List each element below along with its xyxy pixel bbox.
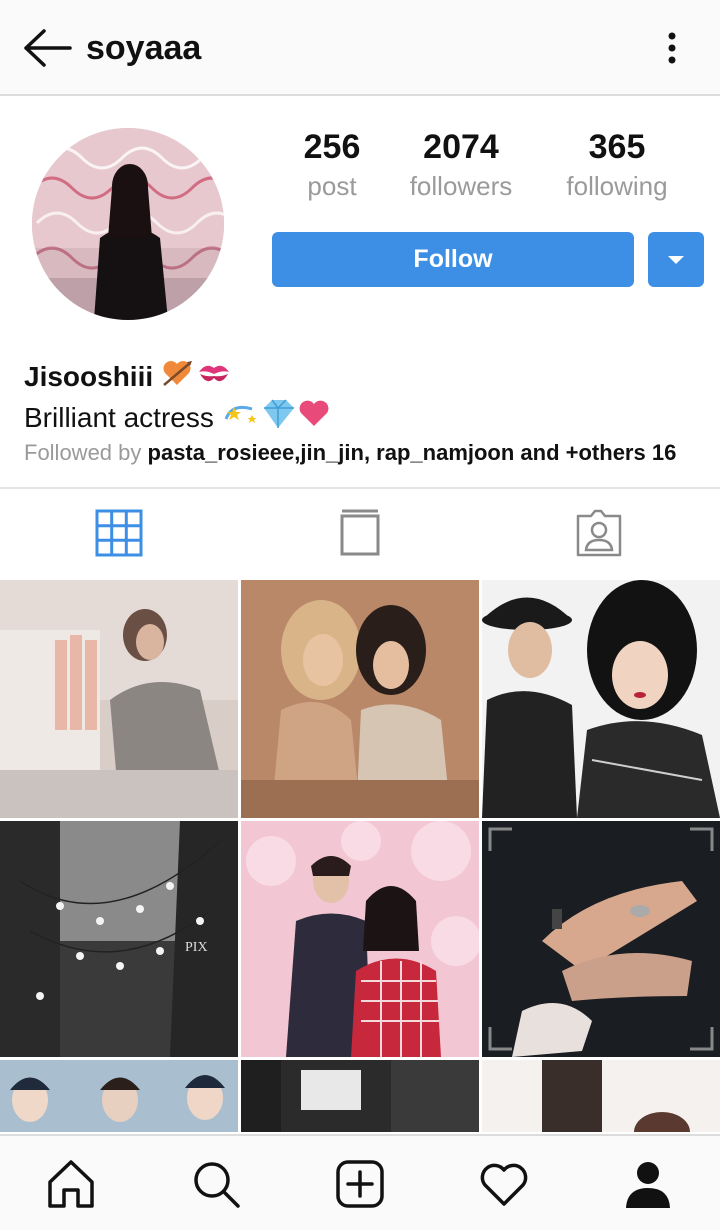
- followed-by-names: pasta_rosieee,jin_jin, rap_namjoon and +…: [147, 440, 677, 465]
- display-name: Jisooshiii: [24, 361, 154, 392]
- bio-text: Brilliant actress: [24, 402, 214, 433]
- grid-photo[interactable]: [0, 1060, 238, 1132]
- grid-photo[interactable]: PIX: [0, 821, 238, 1057]
- nav-add-post[interactable]: [334, 1158, 386, 1210]
- dizzy-icon: [222, 399, 260, 437]
- followers-stat[interactable]: 2074 followers: [396, 126, 526, 204]
- nav-profile[interactable]: [622, 1158, 674, 1210]
- followed-by-text[interactable]: Followed by pasta_rosieee,jin_jin, rap_n…: [24, 438, 676, 468]
- photo-grid: PIX: [0, 580, 720, 1132]
- search-icon: [194, 1162, 240, 1208]
- followed-by-prefix: Followed by: [24, 440, 142, 465]
- top-bar: soyaaa: [0, 0, 720, 96]
- more-vertical-icon: [668, 32, 676, 64]
- posts-stat[interactable]: 256 post: [296, 126, 368, 204]
- posts-count: 256: [303, 128, 361, 166]
- heart-emoji-icon: [298, 400, 330, 436]
- gem-icon: [260, 398, 296, 438]
- display-name-row: Jisooshiii: [24, 358, 231, 396]
- profile-username: soyaaa: [86, 29, 202, 67]
- grid-photo[interactable]: [482, 1060, 720, 1132]
- nav-activity[interactable]: [478, 1158, 530, 1210]
- avatar[interactable]: [32, 128, 224, 320]
- nav-search[interactable]: [190, 1158, 242, 1210]
- grid-photo[interactable]: [241, 821, 479, 1057]
- followers-count: 2074: [423, 128, 499, 166]
- tab-tagged[interactable]: [573, 508, 633, 560]
- grid-photo[interactable]: [0, 580, 238, 818]
- svg-text:PIX: PIX: [185, 940, 208, 955]
- divider: [0, 487, 720, 489]
- bottom-nav: [0, 1134, 720, 1230]
- followers-label: followers: [409, 171, 513, 201]
- kiss-mark-icon: [197, 358, 231, 396]
- grid-photo[interactable]: [241, 1060, 479, 1132]
- caret-down-icon: [668, 256, 684, 264]
- bio-row: Brilliant actress: [24, 398, 330, 438]
- following-label: following: [566, 171, 668, 201]
- add-post-icon: [336, 1160, 384, 1208]
- tagged-person-icon: [576, 509, 622, 557]
- arrow-left-icon: [24, 29, 72, 67]
- follow-button[interactable]: Follow: [272, 232, 634, 287]
- avatar-photo: [32, 128, 224, 320]
- suggestions-dropdown-button[interactable]: [648, 232, 704, 287]
- back-button[interactable]: [22, 28, 74, 68]
- feed-list-icon: [340, 509, 380, 556]
- tab-feed[interactable]: [336, 508, 396, 560]
- grid-photo[interactable]: [241, 580, 479, 818]
- grid-photo[interactable]: [482, 821, 720, 1057]
- heart-arrow-icon: [161, 358, 193, 396]
- more-options-button[interactable]: [656, 28, 688, 68]
- posts-label: post: [307, 171, 357, 201]
- following-count: 365: [588, 128, 646, 166]
- grid-icon: [95, 509, 143, 557]
- heart-icon: [480, 1163, 528, 1206]
- home-icon: [48, 1160, 94, 1208]
- nav-home[interactable]: [45, 1158, 97, 1210]
- profile-icon: [626, 1162, 670, 1208]
- grid-photo[interactable]: [482, 580, 720, 818]
- tab-grid[interactable]: [94, 508, 154, 560]
- following-stat[interactable]: 365 following: [556, 126, 678, 204]
